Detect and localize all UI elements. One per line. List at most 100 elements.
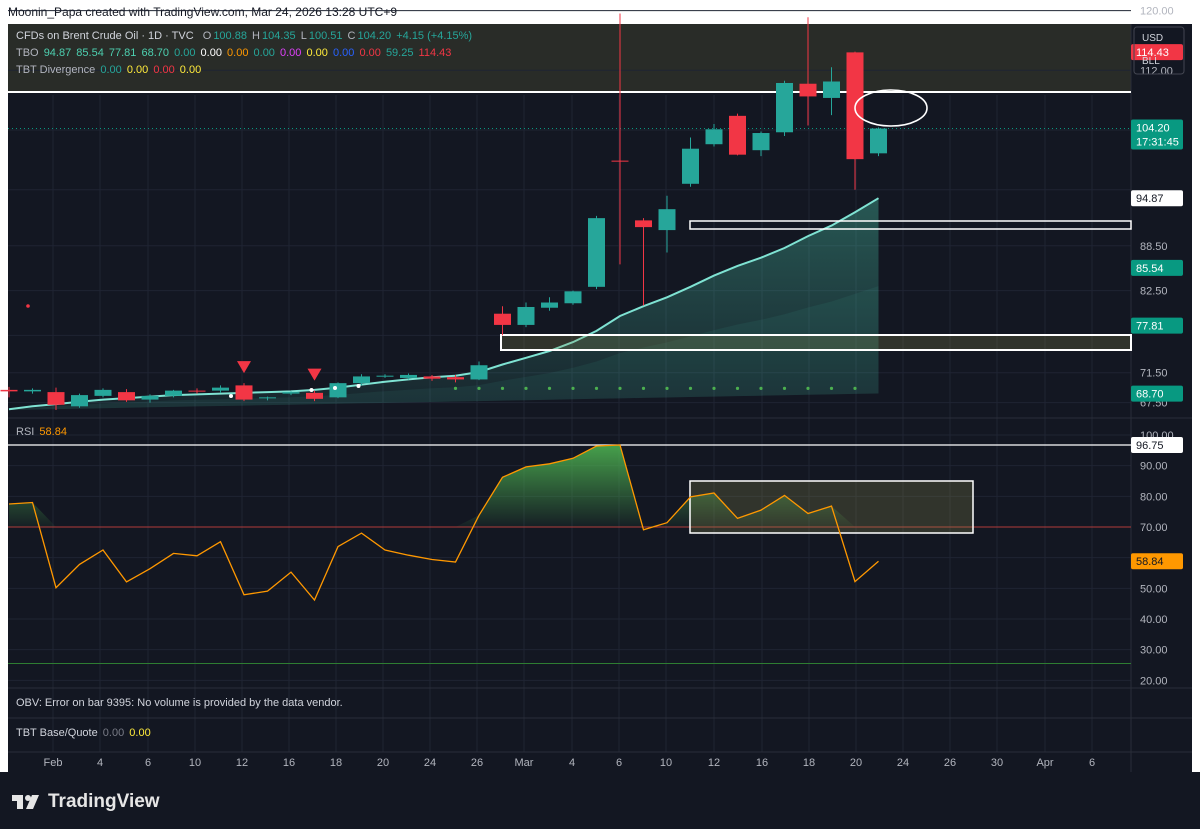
candle-body	[400, 374, 417, 378]
tbo-dot	[453, 386, 458, 390]
candle-body	[24, 389, 41, 392]
candle-feb-19	[329, 382, 347, 399]
candle-body	[118, 392, 135, 401]
tradingview-logo[interactable]: TradingView	[12, 791, 160, 813]
ohlc-change: +4.15 (+4.15%)	[396, 30, 473, 42]
tbo-dot	[735, 386, 740, 390]
price-tick-label: 120.00	[1140, 6, 1174, 18]
candle-feb-3	[71, 393, 88, 408]
candle-body	[259, 397, 276, 399]
tbo-dot	[688, 386, 693, 390]
tbo-dot	[524, 386, 528, 390]
candle-body	[235, 385, 253, 400]
candle-mar-3	[517, 302, 535, 328]
signal-dot	[26, 304, 30, 308]
rsi-tick-label: 50.00	[1140, 583, 1168, 595]
candle-mar-5	[564, 290, 582, 305]
ohlc-open: 100.88	[213, 30, 247, 42]
tbo-value-13: 114.43	[418, 47, 452, 59]
sell-signal-1	[307, 368, 322, 381]
candle-body	[517, 306, 535, 325]
tbo-dot	[806, 386, 810, 390]
rsi-tick-label: 90.00	[1140, 461, 1168, 473]
unit-bll[interactable]: BLL	[1134, 51, 1184, 73]
candle-mar-11	[658, 195, 676, 253]
tbo-dot	[641, 386, 646, 390]
tbo-value-12: 59.25	[385, 47, 414, 59]
currency-usd[interactable]: USD	[1134, 28, 1184, 50]
price-tag-label: 94.87	[1136, 193, 1164, 205]
sell-signal-0	[237, 361, 251, 374]
candle-mar-13	[705, 124, 723, 147]
candle-body	[752, 133, 770, 151]
candle-body	[282, 392, 300, 394]
candle-mar-16	[729, 113, 746, 156]
tbo-value-9: 0.00	[306, 47, 328, 59]
candle-body	[494, 313, 511, 325]
time-tick-label: 20	[850, 757, 862, 769]
candle-body	[564, 291, 582, 304]
time-tick-label: 6	[145, 757, 151, 769]
time-tick-label: 18	[330, 757, 342, 769]
candle-feb-27	[470, 361, 488, 381]
price-tick-label: 82.50	[1140, 286, 1168, 298]
tbt-legend[interactable]: TBT Divergence 0.00 0.00 0.00 0.00	[16, 64, 205, 76]
swing-marker	[356, 384, 361, 388]
tbt-base-v1: 0.00	[102, 727, 125, 739]
tbt-value-0: 0.00	[100, 64, 122, 76]
candle-body	[306, 392, 323, 399]
candle-body	[870, 128, 887, 154]
price-tag-label: 77.81	[1136, 321, 1164, 333]
ohlc-close-label: C	[347, 30, 356, 42]
ohlc-high-label: H	[252, 30, 260, 42]
candle-body	[376, 375, 394, 377]
price-tag-label: 104.20	[1136, 123, 1170, 135]
candle-mar-10	[635, 218, 652, 306]
candle-mar-18	[776, 80, 793, 137]
ohlc-low: 100.51	[308, 30, 343, 42]
candle-jan-29	[0, 386, 18, 398]
tbo-value-6: 0.00	[227, 47, 249, 59]
candle-mar-2	[494, 306, 511, 336]
tbo-value-10: 0.00	[332, 47, 355, 59]
tbt-values: 0.00 0.00 0.00 0.00	[100, 64, 203, 76]
rsi-tick-label: 70.00	[1140, 522, 1168, 534]
tbo-legend[interactable]: TBO 94.87 85.54 77.81 68.70 0.00 0.00 0.…	[16, 47, 455, 59]
obv-legend[interactable]: OBV: Error on bar 9395: No volume is pro…	[16, 697, 345, 709]
tbt-base-legend[interactable]: TBT Base/Quote 0.00 0.00	[16, 727, 153, 739]
candle-mar-24	[870, 127, 887, 157]
candle-body	[541, 302, 558, 308]
price-tag-label: 85.54	[1136, 263, 1164, 275]
tbo-value-3: 68.70	[141, 47, 169, 59]
support-box-upper	[689, 220, 1132, 230]
tbo-dot	[547, 386, 552, 390]
time-tick-label: 4	[569, 757, 575, 769]
time-tick-label: 24	[897, 757, 909, 769]
candle-feb-12	[235, 383, 253, 402]
candle-feb-11	[212, 385, 229, 393]
candle-mar-12	[682, 137, 699, 187]
tbo-dot	[759, 386, 763, 390]
symbol-title[interactable]: CFDs on Brent Crude Oil · 1D · TVC	[16, 30, 194, 42]
tbo-dot	[782, 386, 787, 390]
candle-mar-4	[541, 297, 558, 311]
rsi-tick-label: 30.00	[1140, 645, 1168, 657]
brand-bar	[0, 772, 1200, 829]
tbt-name: TBT Divergence	[16, 64, 96, 76]
tbo-value-2: 77.81	[108, 47, 137, 59]
tbo-dot	[665, 386, 669, 390]
tbo-value-1: 85.54	[76, 47, 104, 59]
candle-mar-23	[846, 51, 864, 190]
candle-body	[423, 376, 441, 379]
time-tick-label: Feb	[44, 757, 63, 769]
tbo-value-5: 0.00	[200, 47, 222, 59]
tbo-dot	[712, 386, 716, 390]
time-axis: Feb 4 6 10 12 16 18 20 24 26 Mar 4 6 10 12 16 18 20 24 26 30…	[44, 757, 1096, 769]
candle-body	[799, 83, 817, 97]
ohlc-low-label: L	[300, 30, 307, 42]
time-tick-label: 10	[189, 757, 201, 769]
time-tick-label: 4	[97, 757, 103, 769]
rsi-legend[interactable]: RSI 58.84	[16, 426, 69, 438]
candle-feb-23	[376, 374, 394, 378]
tbt-value-3: 0.00	[179, 64, 202, 76]
